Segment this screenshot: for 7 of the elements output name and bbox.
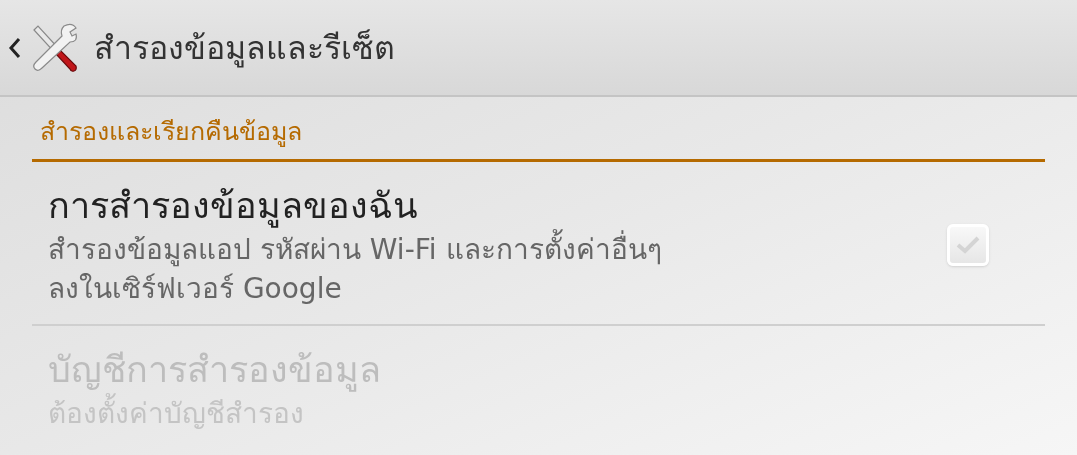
setting-summary: สำรองข้อมูลแอป รหัสผ่าน Wi-Fi และการตั้งค่าอื่นๆ ลงในเซิร์ฟเวอร์ Google	[48, 229, 947, 308]
screen-title: สำรองข้อมูลและรีเซ็ต	[94, 27, 395, 70]
back-icon	[8, 35, 22, 60]
checkbox[interactable]	[947, 223, 989, 266]
section-header: สำรองและเรียกคืนข้อมูล	[32, 97, 1045, 162]
setting-title[interactable]: การสำรองข้อมูลของฉัน	[48, 181, 947, 230]
check-icon	[955, 234, 981, 255]
